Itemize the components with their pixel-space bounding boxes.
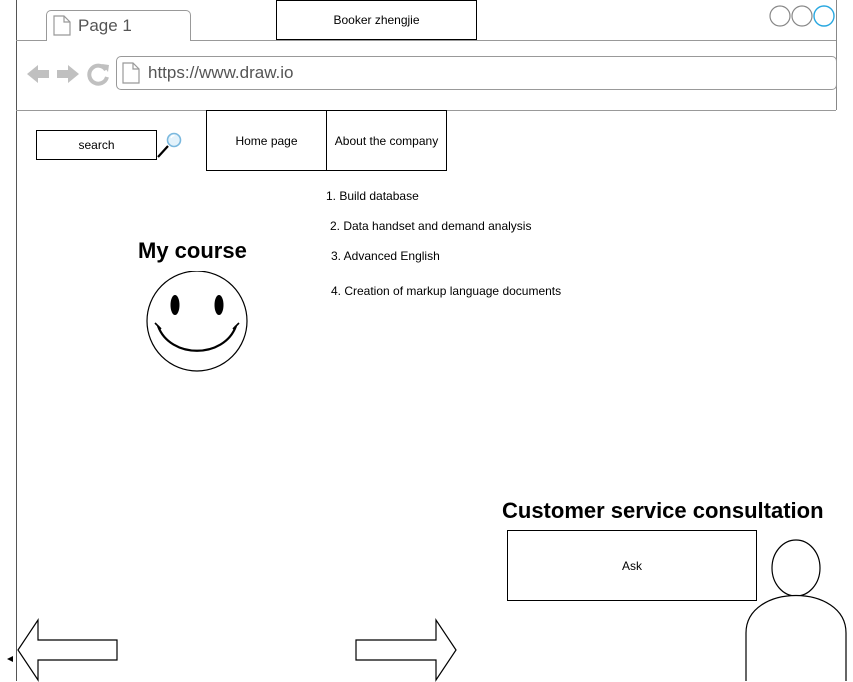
back-arrow-icon[interactable] <box>26 62 50 86</box>
reload-icon[interactable] <box>87 62 111 86</box>
magnifier-icon[interactable] <box>155 130 185 160</box>
person-icon <box>745 539 847 681</box>
forward-arrow-icon[interactable] <box>56 62 80 86</box>
page-icon <box>53 15 71 36</box>
course-item-4[interactable]: 4. Creation of markup language documents <box>331 284 561 298</box>
tab-title: Page 1 <box>78 16 132 35</box>
left-arrow-icon[interactable] <box>6 618 120 682</box>
nav-home-button[interactable]: Home page <box>206 110 327 171</box>
browser-frame-left <box>16 0 17 681</box>
page-icon <box>122 62 140 84</box>
window-button-1[interactable] <box>769 5 791 27</box>
url-text[interactable]: https://www.draw.io <box>148 63 294 83</box>
window-controls <box>769 5 835 27</box>
course-item-3[interactable]: 3. Advanced English <box>331 249 440 263</box>
course-item-1[interactable]: 1. Build database <box>326 189 419 203</box>
window-title: Booker zhengjie <box>276 0 477 40</box>
ask-button[interactable]: Ask <box>507 530 757 601</box>
course-item-2[interactable]: 2. Data handset and demand analysis <box>330 219 531 233</box>
window-button-2[interactable] <box>791 5 813 27</box>
search-input[interactable]: search <box>36 130 157 160</box>
my-course-heading: My course <box>138 238 247 263</box>
smiley-face-icon <box>146 271 248 372</box>
nav-about-button[interactable]: About the company <box>326 110 447 171</box>
customer-service-heading: Customer service consultation <box>502 498 824 523</box>
right-arrow-icon[interactable] <box>354 618 460 682</box>
window-button-3[interactable] <box>813 5 835 27</box>
